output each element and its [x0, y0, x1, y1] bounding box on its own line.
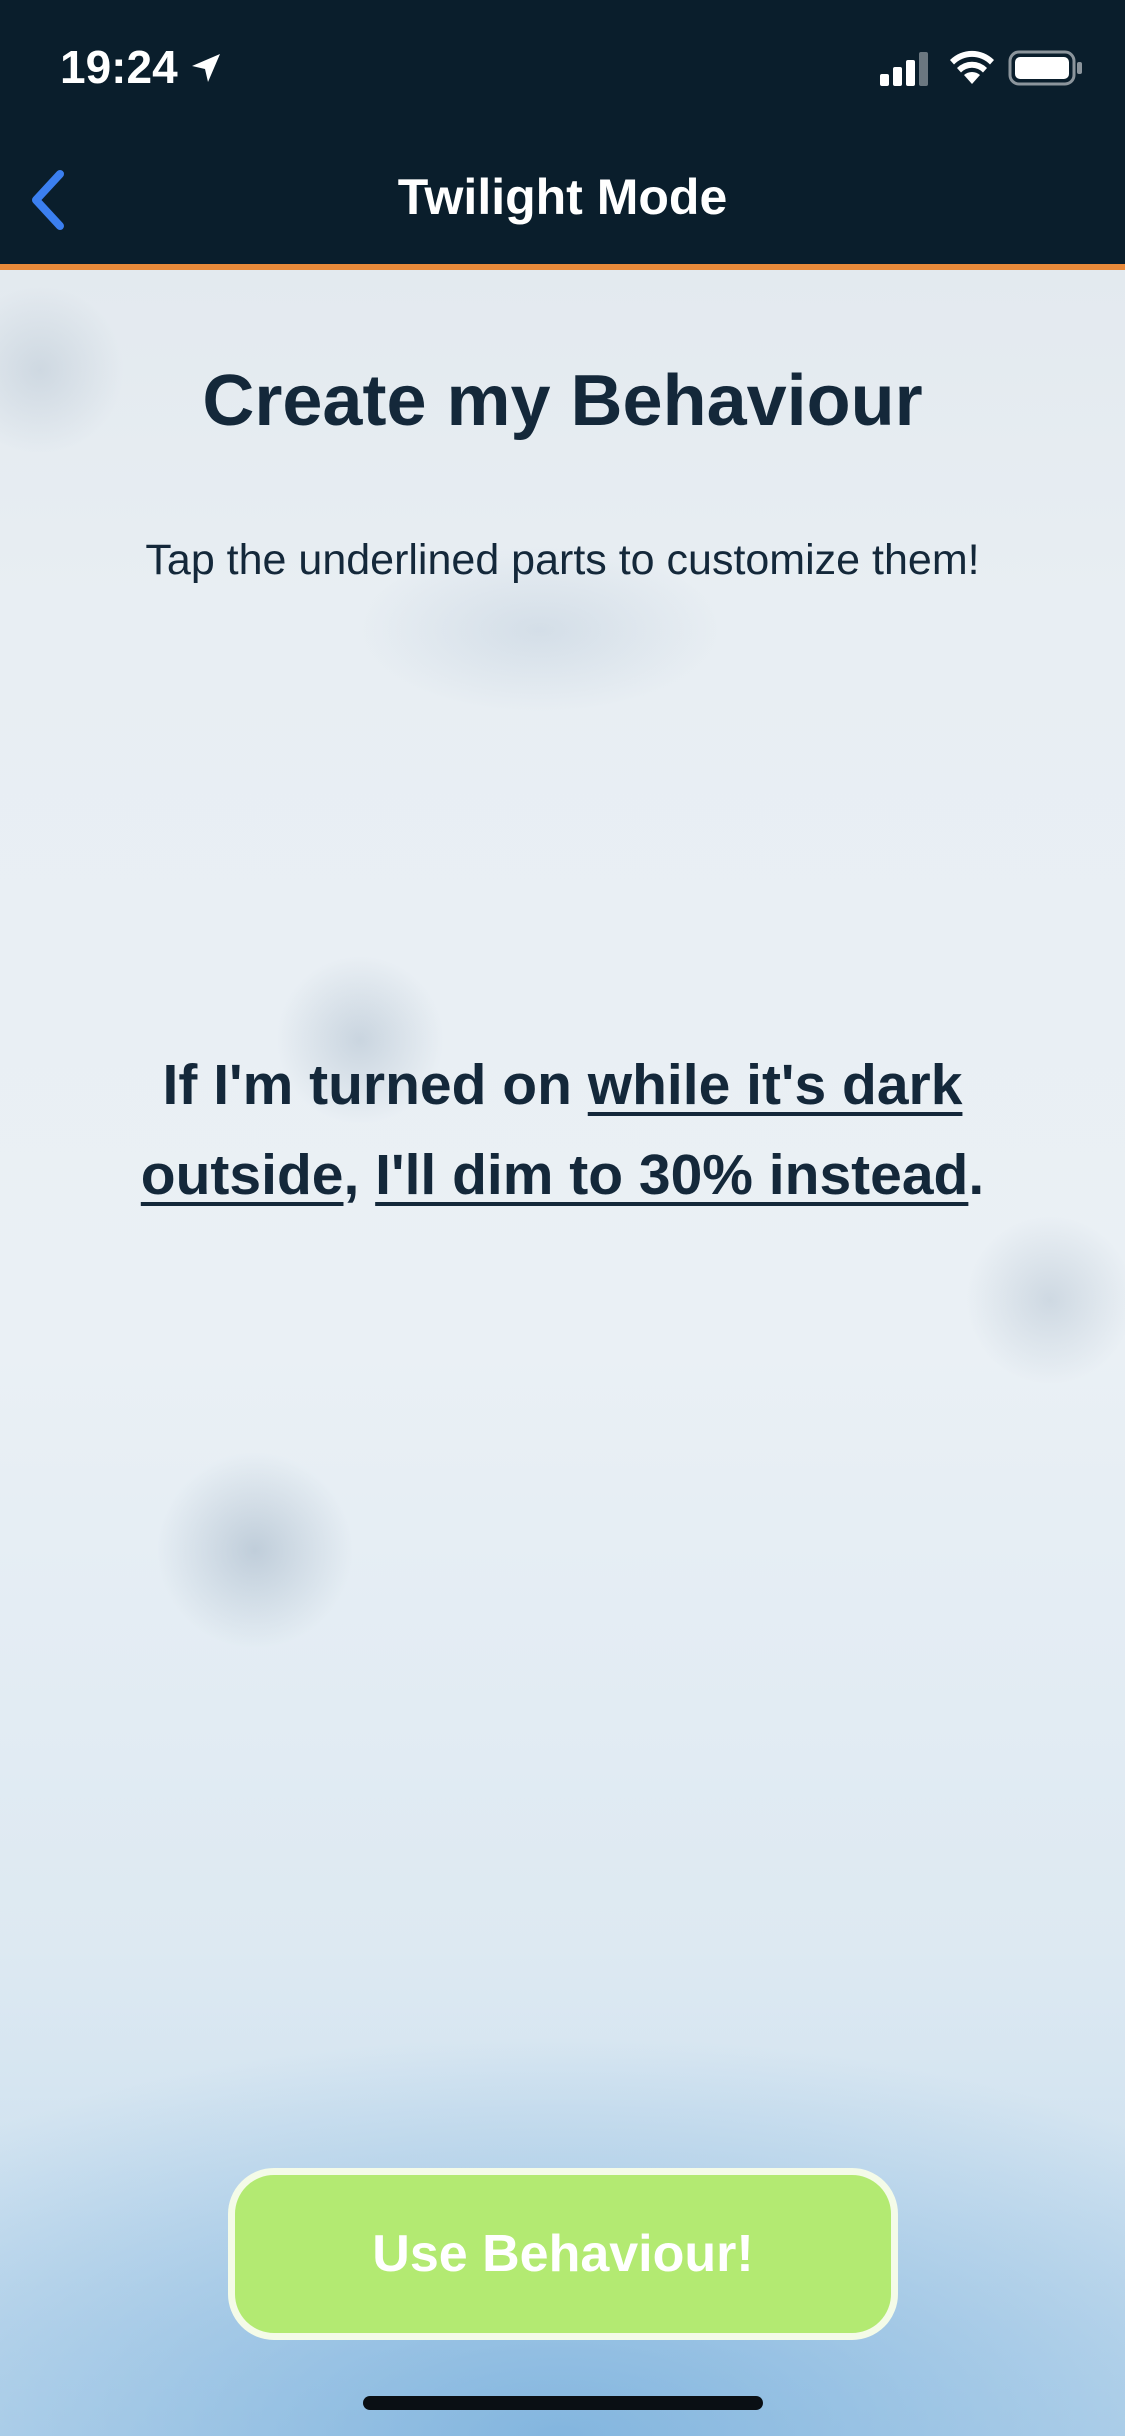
- action-link[interactable]: I'll dim to 30% instead: [375, 1143, 968, 1207]
- status-time: 19:24: [60, 41, 178, 93]
- home-indicator: [363, 2396, 763, 2410]
- nav-title: Twilight Mode: [397, 169, 728, 225]
- sentence-prefix: If I'm turned on: [162, 1053, 588, 1117]
- behaviour-sentence: If I'm turned on while it's dark outside…: [100, 1040, 1025, 1220]
- signal-icon: [880, 52, 928, 86]
- instructions-text: Tap the underlined parts to customize th…: [145, 536, 980, 584]
- use-behaviour-button[interactable]: Use Behaviour!: [228, 2168, 898, 2340]
- status-bar: 19:24: [0, 0, 1125, 132]
- navigation-bar: Twilight Mode: [0, 132, 1125, 270]
- wifi-icon: [950, 50, 994, 84]
- battery-icon: [1008, 50, 1082, 86]
- sentence-separator: ,: [343, 1143, 376, 1207]
- page-title: Create my Behaviour: [202, 361, 923, 441]
- sentence-suffix: .: [968, 1143, 985, 1207]
- location-arrow-icon: [192, 54, 220, 82]
